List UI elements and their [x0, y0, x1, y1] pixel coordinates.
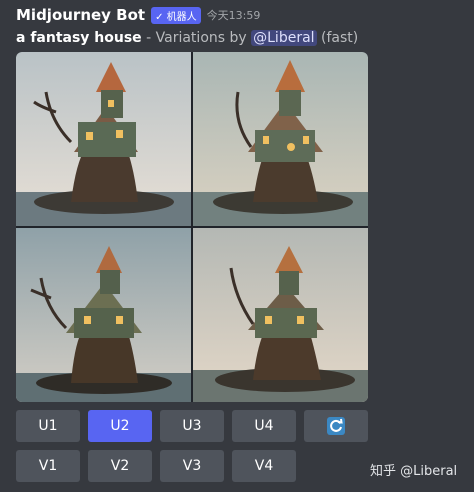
- variation-4-button[interactable]: V4: [232, 450, 296, 482]
- upscale-4-button[interactable]: U4: [232, 410, 296, 442]
- user-mention[interactable]: @Liberal: [251, 30, 317, 46]
- grid-image-1[interactable]: [16, 52, 191, 226]
- reroll-button[interactable]: [304, 410, 368, 442]
- prompt-suffix: - Variations by: [141, 30, 252, 46]
- bot-badge: ✓ 机器人: [151, 6, 201, 24]
- fantasy-house-image-2: [193, 52, 368, 226]
- fantasy-house-image-1: [16, 52, 191, 226]
- upscale-2-button[interactable]: U2: [88, 410, 152, 442]
- fantasy-house-image-3: [16, 228, 191, 402]
- fantasy-house-image-4: [193, 228, 368, 402]
- grid-image-2[interactable]: [193, 52, 368, 226]
- variation-1-button[interactable]: V1: [16, 450, 80, 482]
- grid-image-4[interactable]: [193, 228, 368, 402]
- message-timestamp: 今天13:59: [206, 9, 261, 22]
- refresh-icon: [327, 417, 345, 435]
- upscale-1-button[interactable]: U1: [16, 410, 80, 442]
- upscale-3-button[interactable]: U3: [160, 410, 224, 442]
- watermark: 知乎 @Liberal: [370, 464, 458, 479]
- speed-label: (fast): [316, 30, 359, 46]
- variation-3-button[interactable]: V3: [160, 450, 224, 482]
- variation-2-button[interactable]: V2: [88, 450, 152, 482]
- grid-image-3[interactable]: [16, 228, 191, 402]
- bot-username[interactable]: Midjourney Bot: [16, 6, 145, 24]
- image-grid[interactable]: [16, 52, 368, 402]
- prompt-text: a fantasy house: [16, 30, 142, 46]
- prompt-line: a fantasy house - Variations by @Liberal…: [16, 30, 358, 46]
- message-header: Midjourney Bot ✓ 机器人 今天13:59: [16, 6, 260, 24]
